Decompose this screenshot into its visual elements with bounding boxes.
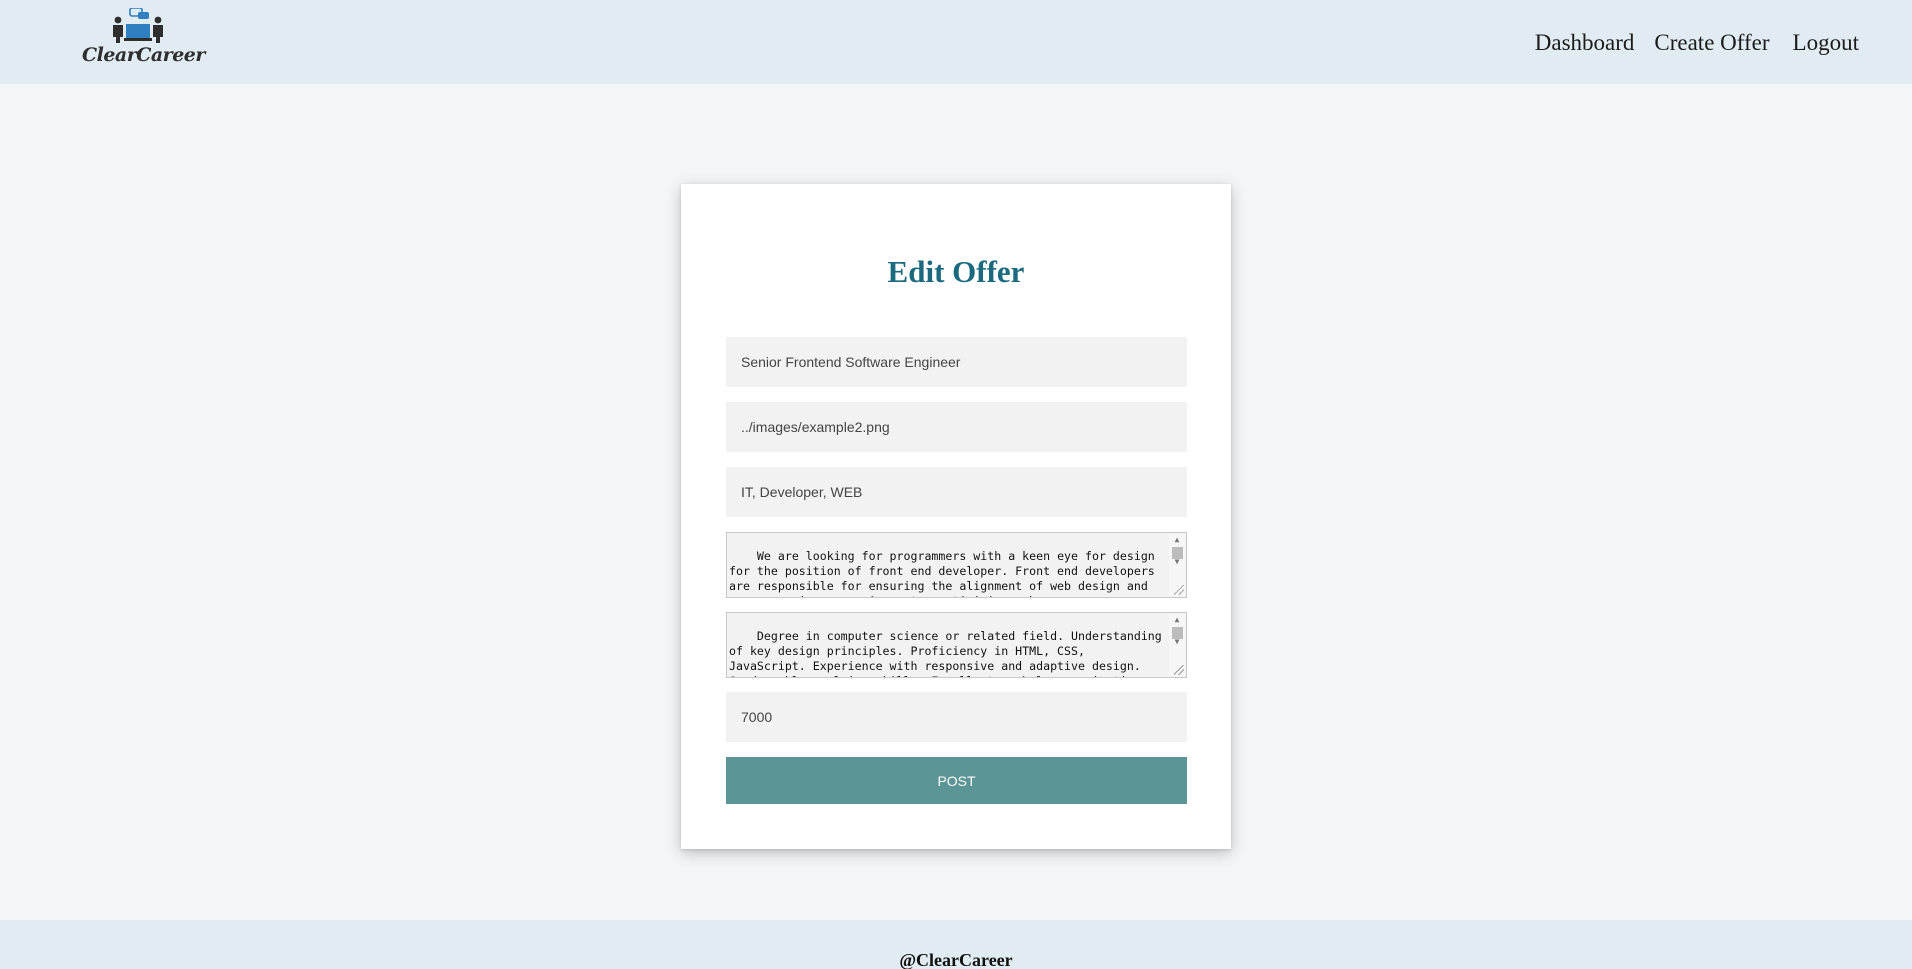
brand-name: ClearCareer [82, 44, 205, 66]
description-text: We are looking for programmers with a ke… [729, 549, 1155, 597]
page-title: Edit Offer [887, 254, 1025, 289]
scroll-down-icon[interactable]: ▼ [1169, 636, 1185, 648]
scroll-down-icon[interactable]: ▼ [1169, 556, 1185, 568]
image-path-input[interactable] [726, 402, 1187, 452]
scroll-up-icon[interactable]: ▲ [1169, 534, 1185, 546]
scroll-up-icon[interactable]: ▲ [1169, 614, 1185, 626]
footer-copyright: @ClearCareer [899, 950, 1013, 969]
nav-logout[interactable]: Logout [1793, 30, 1859, 56]
description-textarea[interactable]: We are looking for programmers with a ke… [726, 532, 1187, 598]
site-footer: @ClearCareer [0, 920, 1912, 969]
post-button[interactable]: POST [726, 757, 1187, 804]
edit-offer-card: Edit Offer We are looking for programmer… [681, 184, 1231, 849]
main-nav: Dashboard Create Offer Logout [1535, 30, 1859, 56]
nav-create-offer[interactable]: Create Offer [1654, 30, 1769, 56]
resize-handle-icon[interactable] [1174, 585, 1184, 595]
salary-input[interactable] [726, 692, 1187, 742]
nav-dashboard[interactable]: Dashboard [1535, 30, 1635, 56]
requirements-text: Degree in computer science or related fi… [729, 629, 1162, 677]
tags-input[interactable] [726, 467, 1187, 517]
clearcareer-logo[interactable]: ClearCareer [82, 8, 205, 70]
requirements-textarea[interactable]: Degree in computer science or related fi… [726, 612, 1187, 678]
resize-handle-icon[interactable] [1174, 665, 1184, 675]
site-header: ClearCareer Dashboard Create Offer Logou… [0, 0, 1912, 84]
people-meeting-icon [113, 8, 163, 43]
job-title-input[interactable] [726, 337, 1187, 387]
